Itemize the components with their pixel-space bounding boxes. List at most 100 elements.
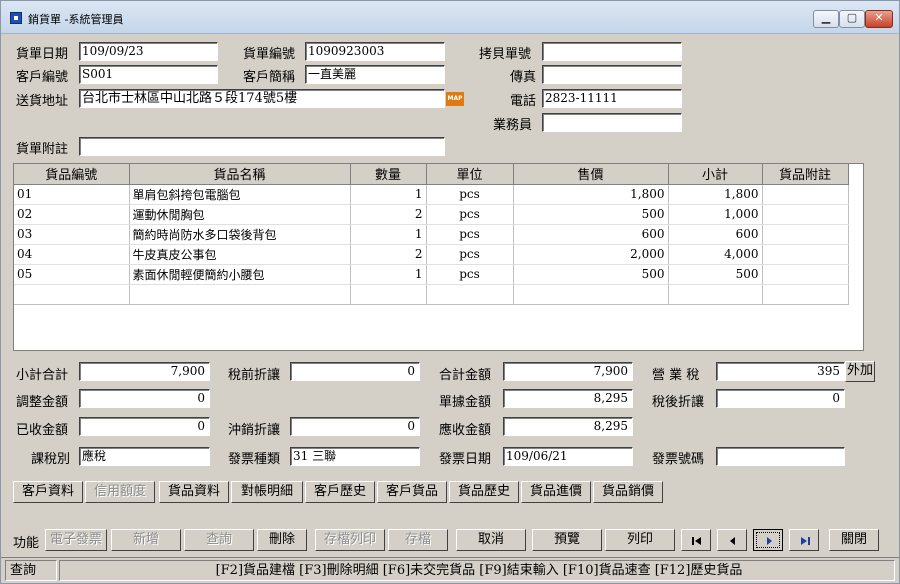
col-header-unit[interactable]: 單位 bbox=[426, 164, 514, 185]
cell-price[interactable]: 600 bbox=[513, 224, 669, 245]
cell-code[interactable]: 03 bbox=[14, 224, 130, 245]
col-header-note[interactable]: 貨品附註 bbox=[762, 164, 849, 185]
cell-code[interactable]: 01 bbox=[14, 184, 130, 205]
query-button[interactable]: 查詢 bbox=[184, 529, 254, 551]
cell-empty[interactable] bbox=[14, 284, 130, 305]
cell-unit[interactable]: pcs bbox=[426, 204, 514, 225]
fax-field[interactable] bbox=[542, 65, 682, 84]
cell-qty[interactable]: 1 bbox=[350, 224, 427, 245]
cell-subtotal[interactable]: 1,800 bbox=[668, 184, 763, 205]
last-record-button[interactable] bbox=[789, 529, 819, 551]
sales-field[interactable] bbox=[542, 113, 682, 132]
adjust-amount-field[interactable]: 0 bbox=[79, 389, 210, 408]
doc-date-field[interactable]: 109/09/23 bbox=[79, 42, 218, 61]
phone-field[interactable]: 2823-11111 bbox=[542, 89, 682, 108]
tab-product-history[interactable]: 貨品歷史 bbox=[449, 481, 519, 503]
cell-qty[interactable]: 1 bbox=[350, 264, 427, 285]
cell-subtotal[interactable]: 500 bbox=[668, 264, 763, 285]
maximize-button[interactable]: ▢ bbox=[839, 10, 865, 28]
tab-customer-history[interactable]: 客戶歷史 bbox=[305, 481, 375, 503]
cell-empty[interactable] bbox=[129, 284, 351, 305]
cell-unit[interactable]: pcs bbox=[426, 224, 514, 245]
col-header-qty[interactable]: 數量 bbox=[350, 164, 427, 185]
cell-subtotal[interactable]: 1,000 bbox=[668, 204, 763, 225]
items-grid[interactable]: 貨品編號 貨品名稱 數量 單位 售價 小計 貨品附註 01 單肩包斜挎包電腦包 … bbox=[13, 163, 864, 351]
offset-discount-field[interactable]: 0 bbox=[290, 417, 420, 436]
col-header-subtotal[interactable]: 小計 bbox=[668, 164, 763, 185]
table-row[interactable]: 01 單肩包斜挎包電腦包 1 pcs 1,800 1,800 bbox=[14, 184, 849, 205]
first-record-button[interactable] bbox=[681, 529, 711, 551]
tax-mode-button[interactable]: 外加 bbox=[845, 361, 875, 382]
cell-subtotal[interactable]: 600 bbox=[668, 224, 763, 245]
col-header-code[interactable]: 貨品編號 bbox=[14, 164, 130, 185]
cell-price[interactable]: 500 bbox=[513, 204, 669, 225]
tab-credit-limit[interactable]: 信用額度 bbox=[85, 481, 155, 503]
pretax-discount-field[interactable]: 0 bbox=[290, 362, 420, 381]
save-print-button[interactable]: 存檔列印 bbox=[315, 529, 385, 551]
cell-note[interactable] bbox=[762, 244, 849, 265]
next-record-button[interactable] bbox=[753, 529, 783, 551]
cell-name[interactable]: 牛皮真皮公事包 bbox=[129, 244, 351, 265]
table-row[interactable]: 03 簡約時尚防水多口袋後背包 1 pcs 600 600 bbox=[14, 224, 849, 245]
cell-unit[interactable]: pcs bbox=[426, 264, 514, 285]
tab-product-cost[interactable]: 貨品進價 bbox=[521, 481, 591, 503]
tab-product-price[interactable]: 貨品銷價 bbox=[593, 481, 663, 503]
cell-note[interactable] bbox=[762, 204, 849, 225]
tab-customer-info[interactable]: 客戶資料 bbox=[13, 481, 83, 503]
close-button[interactable]: 關閉 bbox=[829, 529, 879, 551]
cell-empty[interactable] bbox=[762, 284, 849, 305]
business-tax-field[interactable]: 395 bbox=[716, 362, 845, 381]
tab-customer-products[interactable]: 客戶貨品 bbox=[377, 481, 447, 503]
cancel-button[interactable]: 取消 bbox=[456, 529, 526, 551]
cell-note[interactable] bbox=[762, 184, 849, 205]
cell-empty[interactable] bbox=[426, 284, 514, 305]
print-button[interactable]: 列印 bbox=[605, 529, 675, 551]
tab-statement-detail[interactable]: 對帳明細 bbox=[231, 481, 303, 503]
cell-name[interactable]: 簡約時尚防水多口袋後背包 bbox=[129, 224, 351, 245]
table-row[interactable]: 04 牛皮真皮公事包 2 pcs 2,000 4,000 bbox=[14, 244, 849, 265]
cell-qty[interactable]: 1 bbox=[350, 184, 427, 205]
table-row[interactable]: 02 運動休閒胸包 2 pcs 500 1,000 bbox=[14, 204, 849, 225]
cell-code[interactable]: 02 bbox=[14, 204, 130, 225]
cell-price[interactable]: 2,000 bbox=[513, 244, 669, 265]
cell-qty[interactable]: 2 bbox=[350, 244, 427, 265]
invoice-date-field[interactable]: 109/06/21 bbox=[503, 447, 633, 466]
save-button[interactable]: 存檔 bbox=[388, 529, 448, 551]
address-field[interactable]: 台北市士林區中山北路５段174號5樓 bbox=[79, 89, 445, 108]
map-icon[interactable]: MAP bbox=[446, 92, 464, 106]
invoice-no-field[interactable] bbox=[716, 447, 845, 466]
table-row[interactable]: 05 素面休閒輕便簡約小腰包 1 pcs 500 500 bbox=[14, 264, 849, 285]
cell-qty[interactable]: 2 bbox=[350, 204, 427, 225]
tax-type-field[interactable]: 應稅 bbox=[79, 447, 210, 466]
cell-empty[interactable] bbox=[350, 284, 427, 305]
invoice-type-field[interactable]: 31 三聯 bbox=[290, 447, 420, 466]
prev-record-button[interactable] bbox=[717, 529, 747, 551]
col-header-name[interactable]: 貨品名稱 bbox=[129, 164, 351, 185]
tab-product-info[interactable]: 貨品資料 bbox=[159, 481, 229, 503]
cell-empty[interactable] bbox=[668, 284, 763, 305]
copy-no-field[interactable] bbox=[542, 42, 682, 61]
delete-button[interactable]: 刪除 bbox=[257, 529, 307, 551]
cell-price[interactable]: 500 bbox=[513, 264, 669, 285]
cell-name[interactable]: 運動休閒胸包 bbox=[129, 204, 351, 225]
add-button[interactable]: 新增 bbox=[111, 529, 181, 551]
minimize-button[interactable]: ▁ bbox=[813, 10, 839, 28]
cust-code-field[interactable]: S001 bbox=[79, 65, 218, 84]
close-window-button[interactable]: ✕ bbox=[865, 10, 893, 28]
col-header-price[interactable]: 售價 bbox=[513, 164, 669, 185]
note-field[interactable] bbox=[79, 137, 445, 156]
cust-name-field[interactable]: 一直美麗 bbox=[305, 65, 445, 84]
cell-name[interactable]: 單肩包斜挎包電腦包 bbox=[129, 184, 351, 205]
preview-button[interactable]: 預覽 bbox=[532, 529, 602, 551]
e-invoice-button[interactable]: 電子發票 bbox=[45, 529, 107, 551]
doc-no-field[interactable]: 1090923003 bbox=[305, 42, 445, 61]
cell-unit[interactable]: pcs bbox=[426, 244, 514, 265]
table-row-empty[interactable] bbox=[14, 284, 849, 305]
aftertax-discount-field[interactable]: 0 bbox=[716, 389, 845, 408]
cell-name[interactable]: 素面休閒輕便簡約小腰包 bbox=[129, 264, 351, 285]
cell-code[interactable]: 05 bbox=[14, 264, 130, 285]
cell-code[interactable]: 04 bbox=[14, 244, 130, 265]
cell-price[interactable]: 1,800 bbox=[513, 184, 669, 205]
cell-empty[interactable] bbox=[513, 284, 669, 305]
cell-note[interactable] bbox=[762, 224, 849, 245]
